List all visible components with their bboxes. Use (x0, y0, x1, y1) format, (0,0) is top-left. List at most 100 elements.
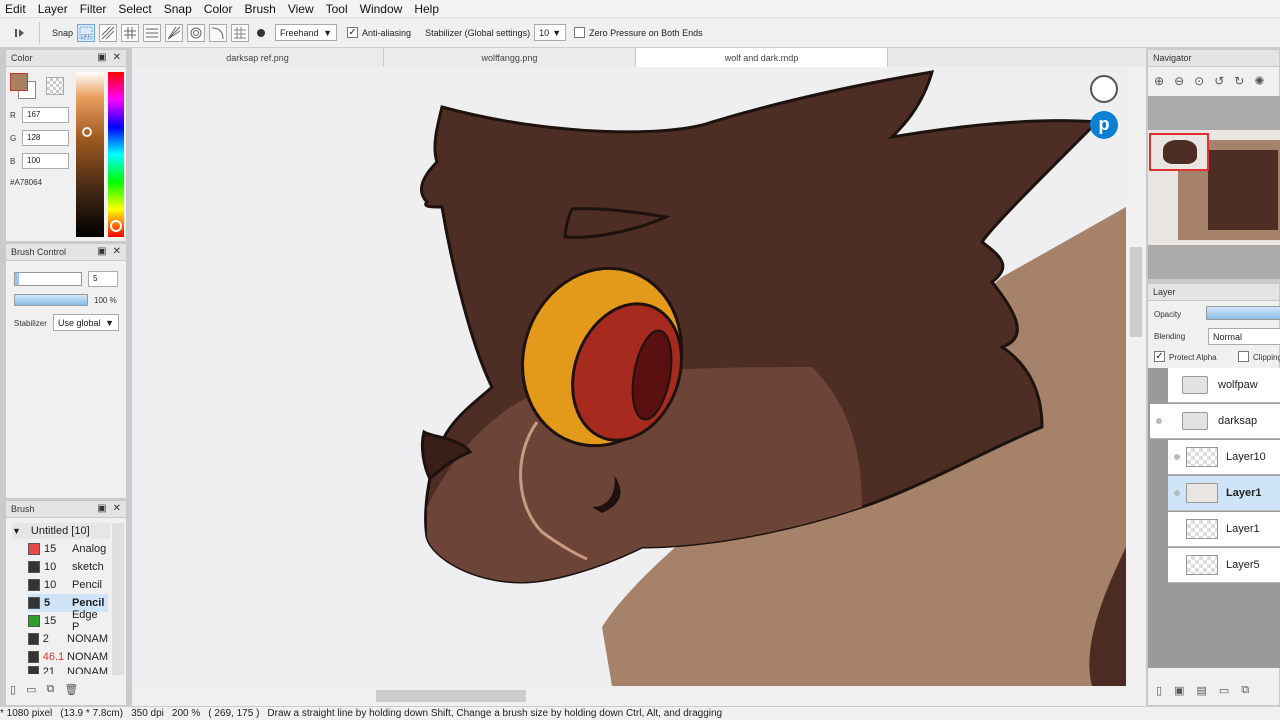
menu-layer[interactable]: Layer (33, 2, 75, 16)
brush-item[interactable]: 15 Edge P (28, 609, 108, 633)
folder-icon[interactable]: ▭ (26, 683, 36, 696)
hue-slider[interactable] (108, 72, 124, 237)
menu-brush[interactable]: Brush (239, 2, 282, 16)
menu-window[interactable]: Window (355, 2, 410, 16)
tab-darksap-ref[interactable]: darksap ref.png (132, 48, 384, 67)
rotate-right-icon[interactable]: ↻ (1234, 74, 1244, 88)
zero-pressure-label: Zero Pressure on Both Ends (589, 27, 703, 38)
status-dpi: 350 dpi (131, 708, 164, 719)
menu-edit[interactable]: Edit (0, 2, 33, 16)
brush-item[interactable]: 2 NONAM (28, 630, 108, 648)
layer-row[interactable]: Layer5 (1168, 548, 1280, 583)
brush-size-field[interactable]: 5 (88, 271, 118, 287)
new-brush-icon[interactable]: ▯ (10, 683, 16, 696)
vertical-scroll-thumb[interactable] (1130, 247, 1142, 337)
canvas-vertical-scrollbar[interactable] (1126, 67, 1146, 686)
drawing-canvas[interactable]: p (132, 67, 1126, 686)
menu-tool[interactable]: Tool (321, 2, 355, 16)
brush-stabilizer-select[interactable]: Use global ▼ (53, 314, 119, 331)
duplicate-layer-icon[interactable]: ⧉ (1241, 684, 1249, 697)
snap-parallel-button[interactable] (99, 23, 118, 42)
visibility-eye-icon[interactable] (1174, 454, 1180, 460)
layer-panel-title: Layer (1148, 284, 1279, 301)
layer-row-selected[interactable]: Layer1 (1168, 476, 1280, 511)
new-1bit-layer-icon[interactable]: ▤ (1196, 684, 1206, 697)
stroke-mode-select[interactable]: Freehand ▼ (275, 24, 338, 41)
rotate-left-icon[interactable]: ↺ (1214, 74, 1224, 88)
snap-radial-button[interactable] (165, 23, 184, 42)
zoom-fit-icon[interactable]: ⊙ (1194, 74, 1204, 88)
hue-cursor[interactable] (110, 220, 122, 232)
reset-icon[interactable]: ✺ (1254, 74, 1264, 88)
layer-name: Layer1 (1226, 487, 1262, 499)
menu-color[interactable]: Color (199, 2, 240, 16)
menu-select[interactable]: Select (113, 2, 158, 16)
new-layer-icon[interactable]: ▯ (1156, 684, 1162, 697)
tab-wolf-and-dark[interactable]: wolf and dark.mdp (636, 48, 888, 67)
brush-item[interactable]: 10 Pencil (28, 576, 108, 594)
layer-panel-actions: ▯ ▣ ▤ ▭ ⧉ (1156, 684, 1249, 697)
brush-group-name: Untitled [10] (30, 525, 90, 537)
close-icon[interactable]: ✕ (113, 246, 121, 257)
brush-opacity-slider[interactable] (14, 294, 88, 306)
layer-row-folder[interactable]: darksap (1150, 404, 1280, 439)
blending-select[interactable]: Normal (1208, 328, 1280, 345)
zoom-in-icon[interactable]: ⊕ (1154, 74, 1164, 88)
undock-icon[interactable]: ▣ (97, 52, 106, 63)
zero-pressure-checkbox[interactable] (574, 27, 586, 38)
layer-row[interactable]: Layer10 (1168, 440, 1280, 475)
horizontal-scroll-thumb[interactable] (376, 690, 526, 702)
close-icon[interactable]: ✕ (113, 52, 121, 63)
snap-curve-button[interactable] (209, 23, 228, 42)
menu-help[interactable]: Help (409, 2, 446, 16)
snap-off-button[interactable]: OFF (77, 23, 96, 42)
snap-concentric-button[interactable] (187, 23, 206, 42)
brush-item[interactable]: 21 NONAM (28, 666, 108, 674)
brush-item[interactable]: 15 Analog (28, 540, 108, 558)
brush-size-slider[interactable] (14, 272, 82, 286)
visibility-eye-icon[interactable] (1174, 490, 1180, 496)
b-field[interactable]: 100 (22, 153, 69, 169)
protect-alpha-checkbox[interactable]: ✓ (1154, 351, 1165, 362)
undock-icon[interactable]: ▣ (97, 246, 106, 257)
copy-icon[interactable]: ⧉ (46, 683, 54, 696)
tab-wolffangg[interactable]: wolffangg.png (384, 48, 636, 67)
snap-grid-button[interactable] (121, 23, 140, 42)
canvas-horizontal-scrollbar[interactable] (132, 686, 1146, 706)
antialias-checkbox[interactable]: ✓ (347, 27, 359, 38)
saturation-value-picker[interactable] (76, 72, 104, 237)
brand-logo-icon[interactable]: p (1090, 111, 1118, 139)
clipping-checkbox[interactable] (1238, 351, 1249, 362)
brush-group-header[interactable]: ▼ Untitled [10] (12, 523, 110, 539)
snap-perspective-button[interactable] (231, 23, 250, 42)
layer-row-folder[interactable]: wolfpaw (1168, 368, 1280, 403)
new-folder-icon[interactable]: ▭ (1219, 684, 1229, 697)
r-field[interactable]: 167 (22, 107, 69, 123)
snap-horizontal-button[interactable] (143, 23, 162, 42)
menu-filter[interactable]: Filter (75, 2, 114, 16)
layer-opacity-slider[interactable] (1206, 306, 1280, 320)
navigator-viewport[interactable] (1149, 133, 1209, 171)
navigator-thumbnail[interactable] (1148, 130, 1280, 245)
layer-row[interactable]: Layer1 (1168, 512, 1280, 547)
primary-color-swatch[interactable] (10, 73, 28, 91)
avatar[interactable] (1090, 75, 1118, 103)
visibility-eye-icon[interactable] (1156, 418, 1162, 424)
transparent-color-swatch[interactable] (46, 77, 64, 95)
snap-settings-dot-icon[interactable] (257, 28, 266, 37)
brush-item[interactable]: 10 sketch (28, 558, 108, 576)
navigator-title: Navigator (1148, 50, 1279, 67)
zoom-out-icon[interactable]: ⊖ (1174, 74, 1184, 88)
picker-cursor[interactable] (82, 127, 92, 137)
close-icon[interactable]: ✕ (113, 503, 121, 514)
trash-icon[interactable]: 🗑 (64, 683, 78, 696)
toolbar-toggle-button[interactable] (0, 21, 40, 44)
stabilizer-select[interactable]: 10 ▼ (534, 24, 567, 41)
menu-view[interactable]: View (283, 2, 321, 16)
undock-icon[interactable]: ▣ (97, 503, 106, 514)
menu-snap[interactable]: Snap (159, 2, 199, 16)
g-field[interactable]: 128 (22, 130, 69, 146)
brush-item[interactable]: 46.1 NONAM (28, 648, 108, 666)
brush-list-scrollbar[interactable] (112, 523, 124, 675)
new-halftone-layer-icon[interactable]: ▣ (1174, 684, 1184, 697)
